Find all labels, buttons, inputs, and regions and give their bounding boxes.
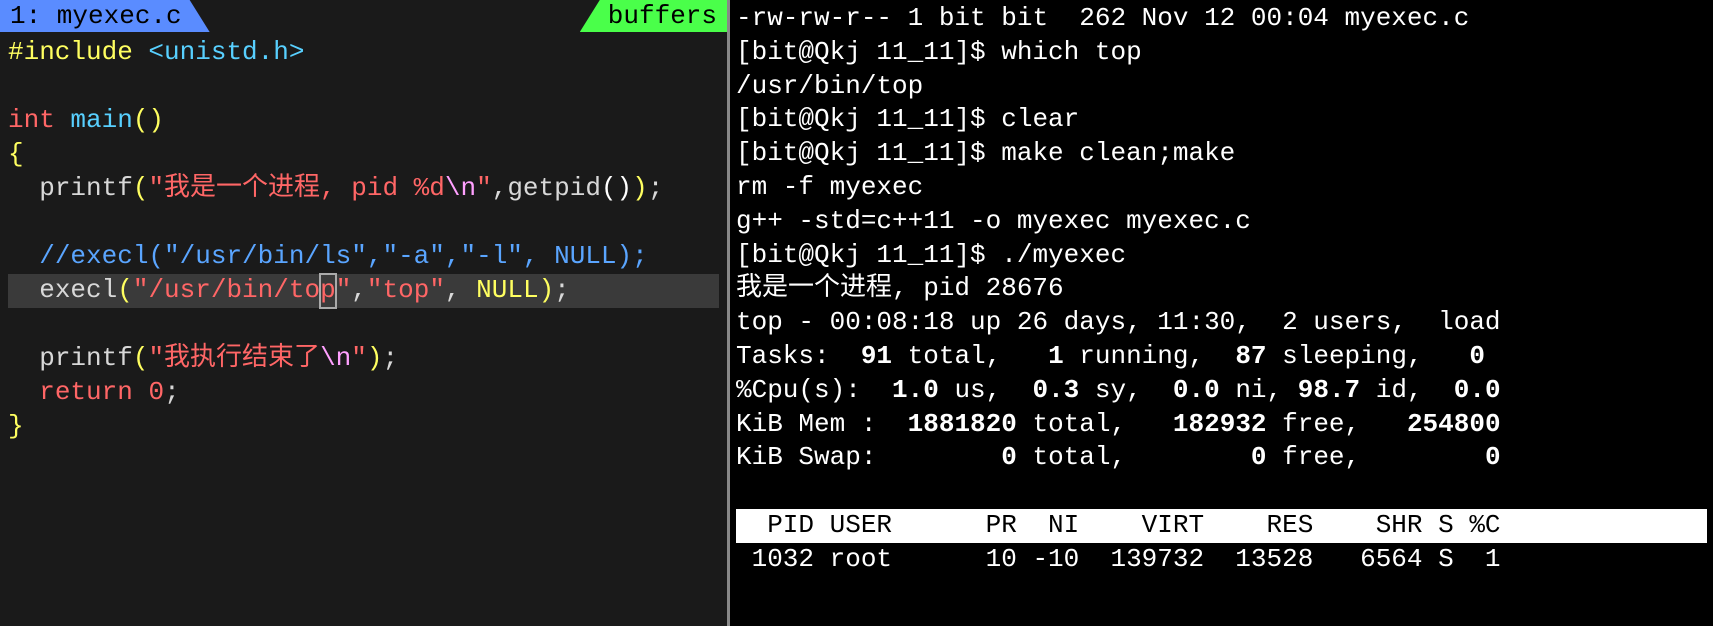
null-keyword: NULL — [476, 275, 538, 305]
execl-call: execl — [39, 275, 117, 305]
string-literal: "我执行结束了 — [148, 343, 320, 373]
string-literal: " — [351, 343, 367, 373]
code-line-blank — [8, 70, 719, 104]
which-output: /usr/bin/top — [736, 70, 1707, 104]
top-process-row: 1032 root 10 -10 139732 13528 6564 S 1 — [736, 543, 1707, 577]
make-output: g++ -std=c++11 -o myexec myexec.c — [736, 205, 1707, 239]
string-literal: "top" — [367, 275, 445, 305]
main-func: main — [55, 105, 133, 135]
escape-char: \n — [445, 173, 476, 203]
shell-prompt: [bit@Qkj 11_11]$ make clean;make — [736, 137, 1707, 171]
printf-call: printf — [39, 343, 133, 373]
code-line: { — [8, 138, 719, 172]
code-line-blank — [8, 206, 719, 240]
int-keyword: int — [8, 105, 55, 135]
shell-prompt: [bit@Qkj 11_11]$ ./myexec — [736, 239, 1707, 273]
editor-pane: 1: myexec.c buffers #include <unistd.h> … — [0, 0, 730, 626]
escape-char: \n — [320, 343, 351, 373]
program-output: 我是一个进程, pid 28676 — [736, 272, 1707, 306]
editor-tab-bar: 1: myexec.c buffers — [0, 0, 727, 32]
return-keyword: return — [39, 377, 133, 407]
code-line: int main() — [8, 104, 719, 138]
comment: //execl("/usr/bin/ls","-a","-l", NULL); — [39, 241, 648, 271]
code-line: return 0; — [8, 376, 719, 410]
top-swap: KiB Swap: 0 total, 0 free, 0 — [736, 441, 1707, 475]
string-literal: " — [336, 275, 352, 305]
cursor: p — [320, 274, 336, 308]
string-literal: "/usr/bin/to — [133, 275, 320, 305]
terminal-pane[interactable]: -rw-rw-r-- 1 bit bit 262 Nov 12 00:04 my… — [730, 0, 1713, 626]
top-header: top - 00:08:18 up 26 days, 11:30, 2 user… — [736, 306, 1707, 340]
top-columns-header: PID USER PR NI VIRT RES SHR S %C — [736, 509, 1707, 543]
code-line-blank — [8, 308, 719, 342]
preproc: #include — [8, 37, 133, 67]
code-line: printf("我是一个进程, pid %d\n",getpid()); — [8, 172, 719, 206]
getpid-call: getpid — [507, 173, 601, 203]
make-output: rm -f myexec — [736, 171, 1707, 205]
blank-line — [736, 475, 1707, 509]
header-name: <unistd.h> — [133, 37, 305, 67]
printf-call: printf — [39, 173, 133, 203]
top-tasks: Tasks: 91 total, 1 running, 87 sleeping,… — [736, 340, 1707, 374]
shell-prompt: [bit@Qkj 11_11]$ clear — [736, 103, 1707, 137]
shell-prompt: [bit@Qkj 11_11]$ which top — [736, 36, 1707, 70]
string-literal: "我是一个进程, pid %d — [148, 173, 444, 203]
number-literal: 0 — [148, 377, 164, 407]
top-cpu: %Cpu(s): 1.0 us, 0.3 sy, 0.0 ni, 98.7 id… — [736, 374, 1707, 408]
code-line: #include <unistd.h> — [8, 36, 719, 70]
code-area[interactable]: #include <unistd.h> int main() { printf(… — [0, 32, 727, 448]
top-mem: KiB Mem : 1881820 total, 182932 free, 25… — [736, 408, 1707, 442]
string-literal: " — [476, 173, 492, 203]
current-buffer-tab[interactable]: 1: myexec.c — [0, 0, 210, 32]
code-line-current: execl("/usr/bin/top","top", NULL); — [8, 274, 719, 308]
code-line: } — [8, 410, 719, 444]
ls-output: -rw-rw-r-- 1 bit bit 262 Nov 12 00:04 my… — [736, 2, 1707, 36]
code-line: //execl("/usr/bin/ls","-a","-l", NULL); — [8, 240, 719, 274]
code-line: printf("我执行结束了\n"); — [8, 342, 719, 376]
buffers-tab[interactable]: buffers — [580, 0, 727, 32]
